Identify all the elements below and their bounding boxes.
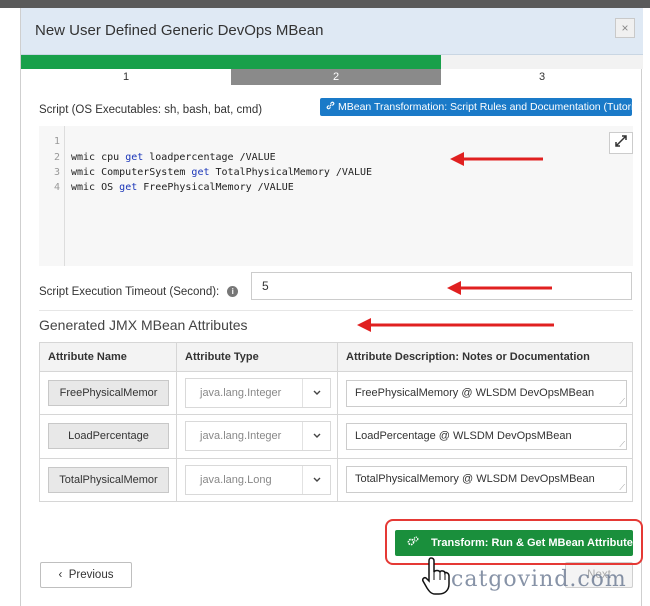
attribute-type-select[interactable]: java.lang.Integer [185,421,331,452]
attribute-name-button[interactable]: TotalPhysicalMemor [48,466,169,493]
close-icon: × [621,21,629,35]
chevron-left-icon: ‹ [58,569,63,581]
line-number: 4 [53,182,60,193]
attribute-description-input[interactable]: TotalPhysicalMemory @ WLSDM DevOpsMBean ⟋ [346,466,627,494]
attribute-description-input[interactable]: FreePhysicalMemory @ WLSDM DevOpsMBean ⟋ [346,379,627,407]
step-2-label: 2 [332,71,340,83]
wizard-step-2[interactable]: 2 [231,55,441,85]
step-2-progress [231,55,441,69]
expand-icon [615,135,627,150]
table-header-row: Attribute Name Attribute Type Attribute … [39,342,633,372]
modal-dialog: New User Defined Generic DevOps MBean × … [20,8,645,606]
annotation-arrow-icon [447,281,552,295]
annotation-arrow-icon [357,318,554,332]
attributes-table: Attribute Name Attribute Type Attribute … [39,342,633,503]
tutorial-button-label: MBean Transformation: Script Rules and D… [338,101,646,113]
resize-handle-icon[interactable]: ⟋ [619,397,625,406]
line-number: 1 [53,136,60,147]
chevron-down-icon [302,465,330,494]
attributes-section-title: Generated JMX MBean Attributes [39,317,248,333]
line-number: 3 [53,167,60,178]
window-frame-top [0,0,650,8]
editor-gutter: 1 2 3 4 [39,126,65,266]
wizard-step-1[interactable]: 1 [21,55,231,85]
step-3-label: 3 [538,71,546,83]
close-button[interactable]: × [615,18,635,38]
annotation-arrow-icon [450,152,543,166]
table-row: FreePhysicalMemor java.lang.Integer Free… [39,370,633,416]
line-number: 2 [53,152,60,163]
attribute-type-select[interactable]: java.lang.Long [185,464,331,495]
modal-header: New User Defined Generic DevOps MBean × [21,8,643,55]
link-icon [326,98,335,116]
script-editor[interactable]: 1 2 3 4 wmic cpu get loadpercentage /VAL… [39,126,633,266]
code-line: wmic cpu get loadpercentage /VALUE [71,152,276,163]
table-row: TotalPhysicalMemor java.lang.Long TotalP… [39,457,633,503]
code-line: wmic ComputerSystem get TotalPhysicalMem… [71,167,373,178]
tutorial-button[interactable]: MBean Transformation: Script Rules and D… [320,98,645,116]
resize-handle-icon[interactable]: ⟋ [619,484,625,492]
modal-title: New User Defined Generic DevOps MBean [35,22,324,39]
code-line: wmic OS get FreePhysicalMemory /VALUE [71,182,294,193]
hand-pointer-icon [421,556,451,596]
timeout-label: Script Execution Timeout (Second): i [39,286,239,298]
script-label: Script (OS Executables: sh, bash, bat, c… [39,104,263,116]
expand-editor-button[interactable] [609,132,633,154]
attribute-name-button[interactable]: FreePhysicalMemor [48,380,169,407]
attribute-name-button[interactable]: LoadPercentage [48,423,169,450]
step-1-label: 1 [122,71,130,83]
wizard-steps: 1 2 3 [21,55,643,85]
previous-button[interactable]: ‹ Previous [40,562,132,588]
chevron-down-icon [302,422,330,451]
section-divider [39,310,633,311]
attribute-type-select[interactable]: java.lang.Integer [185,378,331,409]
wizard-step-3[interactable]: 3 [441,55,643,85]
cogs-icon [407,530,419,556]
info-icon[interactable]: i [227,286,239,298]
attribute-description-input[interactable]: LoadPercentage @ WLSDM DevOpsMBean ⟋ [346,422,627,450]
column-header: Attribute Name [39,342,177,372]
transform-button[interactable]: Transform: Run & Get MBean Attributes [395,530,639,556]
resize-handle-icon[interactable]: ⟋ [619,440,625,449]
chevron-down-icon [302,379,330,408]
table-row: LoadPercentage java.lang.Integer LoadPer… [39,414,633,459]
step-3-progress [441,55,643,69]
column-header: Attribute Description: Notes or Document… [337,342,633,372]
watermark-text: catgovind.com [451,567,627,592]
timeout-input[interactable] [251,272,632,300]
step-1-progress [21,55,231,69]
column-header: Attribute Type [176,342,338,372]
